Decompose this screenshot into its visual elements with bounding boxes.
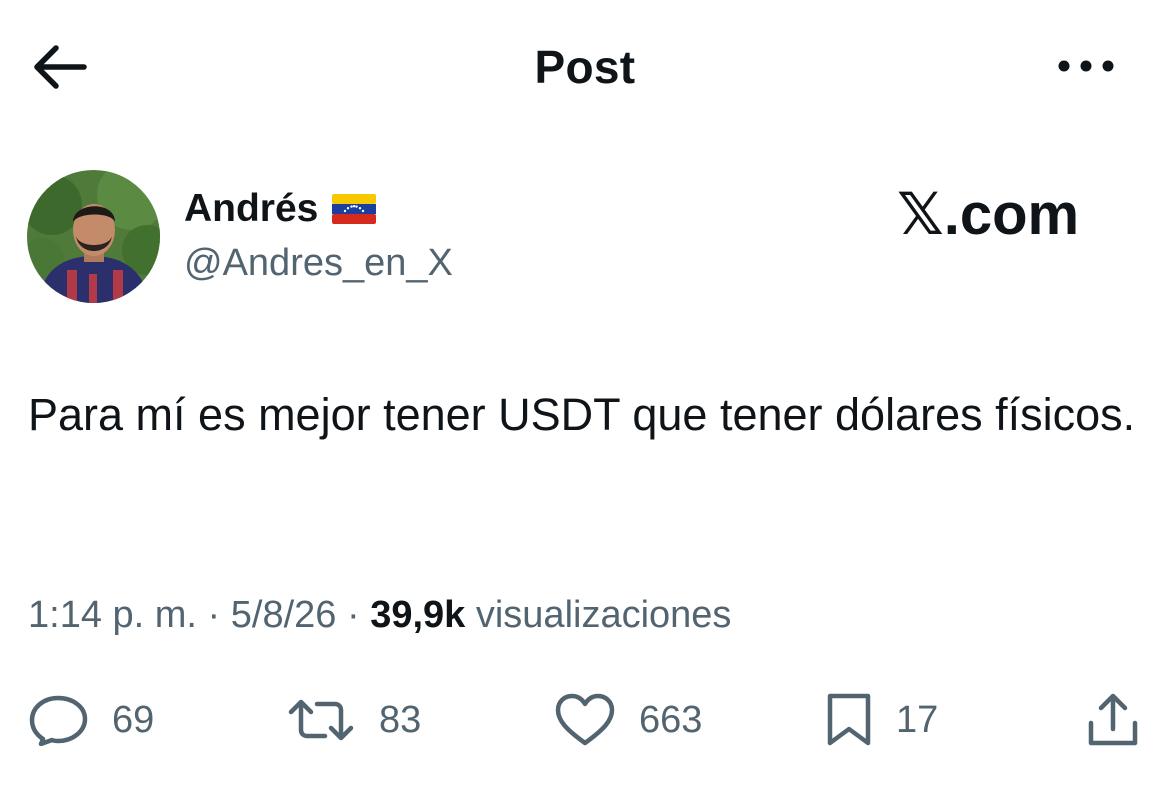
reply-icon xyxy=(29,695,88,746)
meta-separator: · xyxy=(196,594,231,636)
views-count: 39,9k xyxy=(370,594,466,636)
like-count: 663 xyxy=(639,698,703,741)
reply-button[interactable]: 69 xyxy=(28,690,154,750)
more-dots-icon xyxy=(1058,60,1114,72)
tweet-meta: 1:14 p. m. · 5/8/26 · 39,9k visualizacio… xyxy=(28,594,731,637)
venezuela-flag-icon xyxy=(332,194,377,224)
meta-separator: · xyxy=(336,594,371,636)
tweet-date[interactable]: 5/8/26 xyxy=(231,594,337,636)
avatar[interactable] xyxy=(27,170,160,303)
author-name: Andrés xyxy=(184,187,319,230)
bookmark-count: 17 xyxy=(896,698,939,741)
like-button[interactable]: 663 xyxy=(553,690,702,750)
brand-watermark: 𝕏 .com xyxy=(897,180,1079,248)
reply-count: 69 xyxy=(112,698,155,741)
repost-count: 83 xyxy=(379,698,422,741)
author-handle[interactable]: @Andres_en_X xyxy=(184,242,453,285)
page-title: Post xyxy=(534,41,636,93)
x-logo-icon: 𝕏 xyxy=(897,180,944,248)
share-button[interactable] xyxy=(1084,690,1142,750)
author-name-row[interactable]: Andrés xyxy=(184,187,377,231)
heart-icon xyxy=(555,693,615,746)
repost-icon xyxy=(288,699,354,741)
bookmark-button[interactable]: 17 xyxy=(824,690,938,750)
repost-button[interactable]: 83 xyxy=(285,690,421,750)
bookmark-icon xyxy=(827,693,871,746)
more-options-button[interactable] xyxy=(1050,46,1120,86)
share-icon xyxy=(1088,693,1138,746)
views-label: visualizaciones xyxy=(465,594,732,636)
tweet-time[interactable]: 1:14 p. m. xyxy=(28,594,197,636)
brand-label: .com xyxy=(943,182,1080,247)
tweet-text: Para mí es mejor tener USDT que tener dó… xyxy=(28,389,1136,440)
